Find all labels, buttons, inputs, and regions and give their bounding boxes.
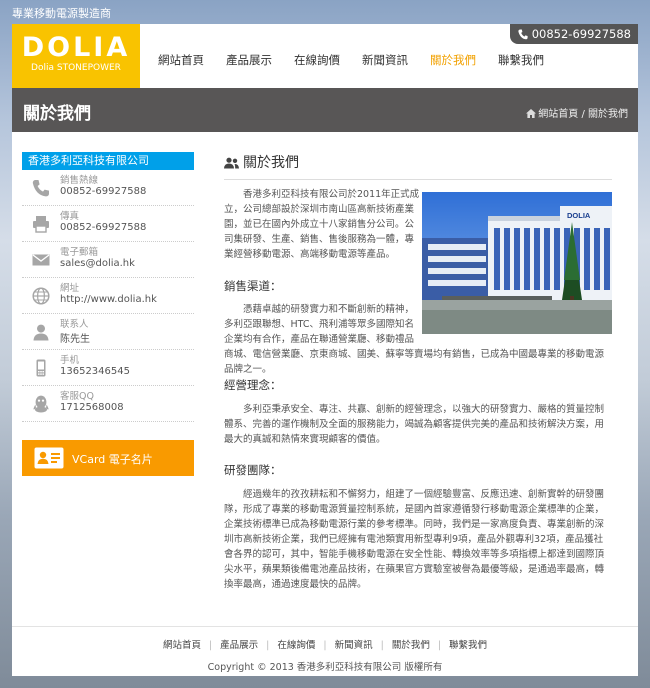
page-container: DOLIA Dolia STONEPOWER 網站首頁 產品展示 在線詢價 新聞… (12, 24, 638, 676)
site-tagline: 專業移動電源製造商 (12, 7, 111, 20)
intro-block: 香港多利亞科技有限公司於2011年正式成立，公司總部設於深圳市南山區高新技術產業… (224, 187, 420, 262)
nav-inquiry[interactable]: 在線詢價 (294, 52, 340, 68)
globe-icon (32, 287, 50, 305)
section-text-philosophy: 多利亞秉承安全、專注、共贏、創新的經營理念，以強大的研發實力、嚴格的質量控制體系… (224, 404, 605, 445)
content-title-text: 關於我們 (243, 155, 299, 171)
section-text-rnd: 經過幾年的孜孜耕耘和不懈努力，組建了一個經驗豐富、反應迅速、創新實幹的研發團隊，… (224, 489, 605, 590)
vcard-button[interactable]: VCard 電子名片 (22, 440, 194, 476)
users-icon (224, 157, 239, 169)
contact-label: 銷售熱線 (60, 175, 99, 186)
section-heading-sales: 銷售渠道： (224, 279, 282, 293)
intro-text: 香港多利亞科技有限公司於2011年正式成立，公司總部設於深圳市南山區高新技術產業… (224, 189, 420, 260)
contact-row-qq: 客服QQ 1712568008 (22, 386, 194, 422)
nav-news[interactable]: 新聞資訊 (362, 52, 408, 68)
section-heading-philosophy: 經營理念： (224, 378, 282, 392)
footer-separator: | (208, 640, 213, 651)
id-card-icon (34, 447, 64, 469)
mobile-icon (36, 359, 46, 377)
building-sign: DOLIA (567, 211, 591, 220)
contact-row-sales-phone: 銷售熱線 00852-69927588 (22, 170, 194, 206)
contact-sidebar: 香港多利亞科技有限公司 銷售熱線 00852-69927588 傳真 00852… (22, 152, 194, 476)
contact-row-fax: 傳真 00852-69927588 (22, 206, 194, 242)
section-heading-rnd: 研發團隊： (224, 463, 282, 477)
footer-link-inquiry[interactable]: 在線詢價 (277, 640, 315, 651)
contact-label: 電子郵箱 (60, 247, 99, 258)
banner-title: 關於我們 (23, 104, 91, 124)
contact-row-website: 網址 http://www.dolia.hk (22, 278, 194, 314)
contact-value[interactable]: http://www.dolia.hk (60, 294, 157, 305)
contact-row-mobile: 手机 13652346545 (22, 350, 194, 386)
contact-value: 13652346545 (60, 366, 130, 377)
contact-value: 00852-69927588 (60, 186, 147, 197)
phone-icon (518, 29, 528, 40)
footer-nav: 網站首頁 | 產品展示 | 在線詢價 | 新聞資訊 | 關於我們 | 聯繫我們 (12, 637, 638, 651)
content-title: 關於我們 (224, 152, 612, 180)
nav-products[interactable]: 產品展示 (226, 52, 272, 68)
footer-separator: | (323, 640, 327, 651)
site-header: DOLIA Dolia STONEPOWER 網站首頁 產品展示 在線詢價 新聞… (12, 24, 638, 88)
main-nav: 網站首頁 產品展示 在線詢價 新聞資訊 關於我們 聯繫我們 (158, 52, 566, 68)
section-sales-heading-wrap: 銷售渠道： (224, 278, 418, 294)
vcard-label: VCard 電子名片 (72, 453, 153, 466)
contact-label: 客服QQ (60, 391, 94, 402)
printer-icon (33, 216, 49, 233)
page-banner: 關於我們 網站首頁 / 關於我們 (12, 88, 638, 132)
contact-value: 陈先生 (60, 334, 90, 345)
photo-float-spacer (416, 302, 612, 334)
footer-link-products[interactable]: 產品展示 (220, 640, 258, 651)
main-content: 關於我們 DOLIA 香港多利亞科技有限公司於2011年正式成立，公司總部設於深… (224, 152, 612, 590)
mail-icon (32, 254, 50, 266)
contact-row-email: 電子郵箱 sales@dolia.hk (22, 242, 194, 278)
footer-separator: | (437, 640, 442, 651)
contact-value: sales@dolia.hk (60, 258, 135, 269)
logo[interactable]: DOLIA Dolia STONEPOWER (12, 24, 140, 88)
footer-link-contact[interactable]: 聯繫我們 (449, 640, 487, 651)
contact-label: 联系人 (60, 319, 89, 330)
contact-label: 網址 (60, 283, 80, 294)
breadcrumb: 網站首頁 / 關於我們 (526, 105, 628, 120)
section-philosophy: 經營理念： 多利亞秉承安全、專注、共贏、創新的經營理念，以強大的研發實力、嚴格的… (224, 377, 612, 447)
nav-home[interactable]: 網站首頁 (158, 52, 204, 68)
home-icon (526, 109, 537, 118)
qq-icon (33, 395, 49, 413)
section-sales-body: 憑藉卓越的研發實力和不斷創新的精神，多利亞跟聯想、HTC、飛利浦等眾多國際知名企… (224, 302, 612, 377)
logo-sub: Dolia STONEPOWER (31, 63, 121, 73)
footer-link-about[interactable]: 關於我們 (392, 640, 430, 651)
footer-link-home[interactable]: 網站首頁 (163, 640, 201, 651)
contact-value: 00852-69927588 (60, 222, 147, 233)
section-rnd: 研發團隊： 經過幾年的孜孜耕耘和不懈努力，組建了一個經驗豐富、反應迅速、創新實幹… (224, 462, 612, 592)
header-phone: 00852-69927588 (509, 24, 638, 44)
contact-value: 1712568008 (60, 402, 124, 413)
contact-label: 手机 (60, 355, 80, 366)
site-footer: 網站首頁 | 產品展示 | 在線詢價 | 新聞資訊 | 關於我們 | 聯繫我們 Copyright … (12, 626, 638, 676)
company-name-bar: 香港多利亞科技有限公司 (22, 152, 194, 170)
footer-link-news[interactable]: 新聞資訊 (335, 640, 373, 651)
logo-name: DOLIA (21, 32, 131, 63)
nav-contact[interactable]: 聯繫我們 (498, 52, 544, 68)
breadcrumb-text[interactable]: 網站首頁 / 關於我們 (538, 109, 628, 120)
copyright: Copyright © 2013 香港多利亞科技有限公司 版權所有 (207, 662, 443, 673)
user-icon (33, 324, 49, 341)
footer-separator: | (380, 640, 384, 651)
nav-about[interactable]: 關於我們 (430, 52, 476, 68)
top-strip: 專業移動電源製造商 (0, 0, 650, 24)
footer-separator: | (266, 640, 270, 651)
contact-row-person: 联系人 陈先生 (22, 314, 194, 350)
contact-label: 傳真 (60, 211, 80, 222)
phone-icon (32, 180, 49, 197)
header-phone-number: 00852-69927588 (531, 27, 631, 41)
